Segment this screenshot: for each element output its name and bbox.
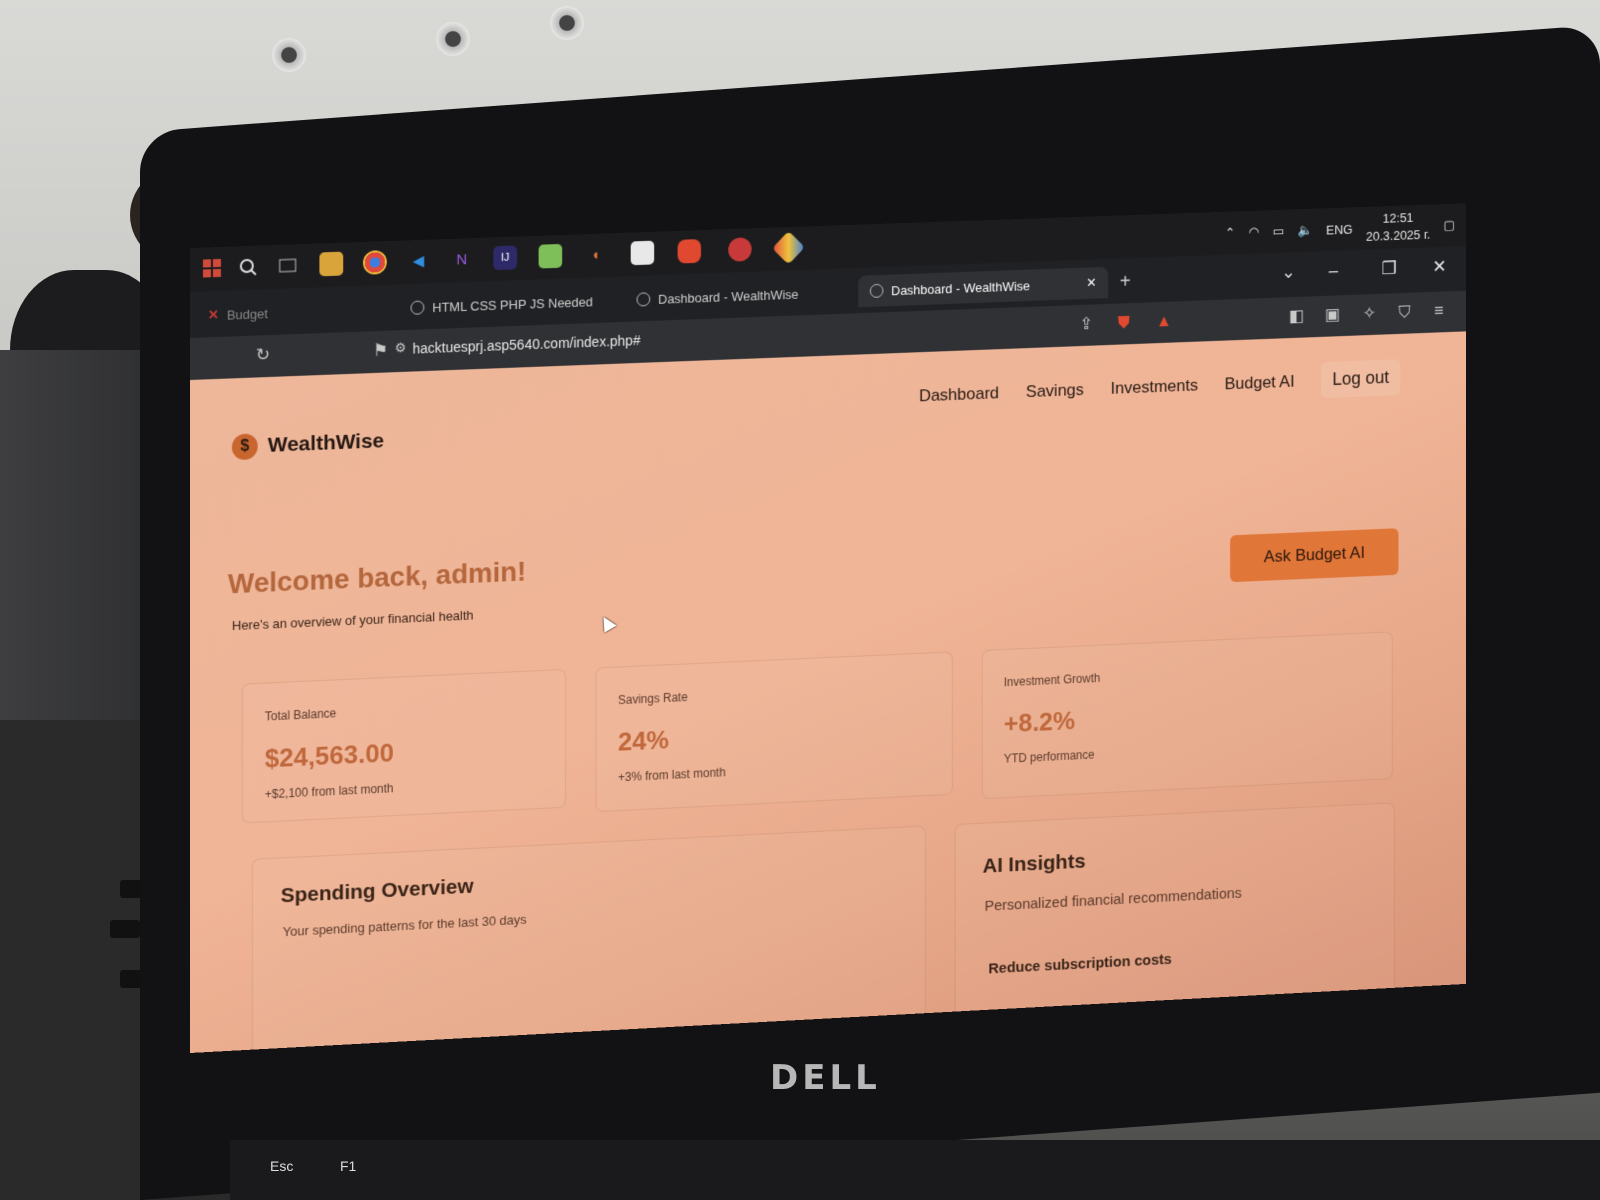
tab-list-chevron-icon[interactable]: ⌄ <box>1281 262 1295 283</box>
logout-button[interactable]: Log out <box>1321 359 1401 399</box>
app-icon[interactable]: ◖ <box>584 242 608 267</box>
site-settings-icon[interactable]: ⚙ <box>395 340 407 356</box>
system-tray: ⌃ ◠ ▭ 🔈 ENG 12:51 20.3.2025 г. ▢ <box>1225 208 1455 251</box>
chevron-up-icon[interactable]: ⌃ <box>1225 225 1235 241</box>
panel-subtitle: Your spending patterns for the last 30 d… <box>282 911 527 940</box>
menu-icon[interactable]: ≡ <box>1434 301 1443 321</box>
card-value: +8.2% <box>1003 705 1076 739</box>
laptop-keyboard-edge: Esc F1 <box>230 1140 1600 1200</box>
minimize-icon[interactable]: – <box>1329 260 1338 281</box>
ceiling-light <box>436 22 470 56</box>
vpn-icon[interactable]: ⛉ <box>1398 302 1410 322</box>
restore-icon[interactable]: ❐ <box>1382 258 1397 279</box>
card-investment-growth: Investment Growth +8.2% YTD performance <box>981 631 1393 800</box>
tab-html-css[interactable]: HTML CSS PHP JS Needed <box>399 285 605 324</box>
panel-title: Spending Overview <box>280 874 474 908</box>
card-value: 24% <box>617 724 669 757</box>
notification-app-icon[interactable] <box>728 237 752 262</box>
tab-dashboard-active[interactable]: Dashboard - WealthWise ✕ <box>858 266 1109 308</box>
nav-dashboard[interactable]: Dashboard <box>919 383 999 406</box>
globe-icon <box>636 292 651 307</box>
brand-logo[interactable]: $ WealthWise <box>231 428 385 461</box>
wifi-icon[interactable]: ◠ <box>1249 224 1260 240</box>
budget-favicon-icon: ✕ <box>207 306 219 323</box>
card-note: +3% from last month <box>617 765 726 785</box>
windows-start-icon[interactable] <box>200 256 224 281</box>
url-field[interactable]: hacktuesprj.asp5640.com/index.php# <box>413 332 641 356</box>
reload-icon[interactable]: ↻ <box>256 345 270 365</box>
laptop-screen: ◀ N IJ ◖ ⌃ ◠ ▭ 🔈 ENG 12:51 20.3.2025 г. … <box>190 203 1467 1053</box>
ceiling-light <box>550 6 584 40</box>
tab-label: Budget <box>226 305 268 323</box>
brand-name: WealthWise <box>267 429 385 457</box>
language-indicator[interactable]: ENG <box>1326 221 1353 237</box>
close-window-icon[interactable]: ✕ <box>1432 256 1446 277</box>
visual-studio-icon[interactable]: N <box>450 247 474 272</box>
dollar-icon: $ <box>231 433 258 461</box>
card-label: Investment Growth <box>1003 671 1101 690</box>
brave-shields-icon[interactable]: ⛊ <box>1118 313 1130 333</box>
new-tab-button[interactable]: + <box>1108 266 1142 299</box>
card-note: +$2,100 from last month <box>264 781 394 802</box>
tab-dashboard[interactable]: Dashboard - WealthWise <box>625 278 810 316</box>
tab-label: Dashboard - WealthWise <box>658 286 799 307</box>
panel-title: AI Insights <box>982 849 1086 878</box>
insight-item[interactable]: Reduce subscription costs <box>988 951 1171 977</box>
brave-rewards-icon[interactable]: ▲ <box>1156 311 1172 331</box>
battery-icon[interactable]: ▭ <box>1273 223 1285 239</box>
tab-label: Dashboard - WealthWise <box>891 277 1030 298</box>
panel-subtitle: Personalized financial recommendations <box>984 884 1242 915</box>
paint-icon[interactable] <box>630 240 655 266</box>
card-label: Savings Rate <box>617 690 688 708</box>
nav-savings[interactable]: Savings <box>1026 380 1084 402</box>
card-savings-rate: Savings Rate 24% +3% from last month <box>595 651 953 813</box>
tab-budget[interactable]: ✕ Budget <box>196 297 280 332</box>
search-icon[interactable] <box>236 255 260 280</box>
tab-label: HTML CSS PHP JS Needed <box>432 293 593 315</box>
ask-budget-ai-button[interactable]: Ask Budget AI <box>1230 528 1399 583</box>
page-title: Welcome back, admin! <box>227 555 527 600</box>
globe-icon <box>410 300 425 315</box>
close-tab-icon[interactable]: ✕ <box>1086 275 1096 291</box>
clock[interactable]: 12:51 20.3.2025 г. <box>1366 209 1430 246</box>
card-label: Total Balance <box>264 706 337 724</box>
f1-key[interactable]: F1 <box>340 1158 356 1174</box>
jetbrains-icon[interactable]: IJ <box>493 245 517 271</box>
vscode-icon[interactable]: ◀ <box>407 249 431 274</box>
leo-ai-icon[interactable]: ✧ <box>1363 304 1376 324</box>
card-total-balance: Total Balance $24,563.00 +$2,100 from la… <box>241 668 567 824</box>
brave-icon[interactable] <box>677 239 701 264</box>
sidebar-toggle-icon[interactable]: ◧ <box>1289 306 1304 326</box>
card-note: YTD performance <box>1003 747 1095 766</box>
globe-icon <box>869 283 884 299</box>
esc-key[interactable]: Esc <box>270 1158 293 1174</box>
bookmark-icon[interactable]: ⚑ <box>373 341 388 361</box>
notification-center-icon[interactable]: ▢ <box>1443 217 1455 233</box>
page-subtitle: Here's an overview of your financial hea… <box>231 607 474 634</box>
web-page: $ WealthWise Dashboard Savings Investmen… <box>190 331 1467 1053</box>
task-view-icon[interactable] <box>276 253 300 278</box>
file-explorer-icon[interactable] <box>319 251 344 277</box>
share-icon[interactable]: ⇪ <box>1079 314 1093 334</box>
ceiling-light <box>272 38 306 72</box>
main-nav: Dashboard Savings Investments Budget AI … <box>919 359 1401 414</box>
dell-logo: DELL <box>770 1058 881 1098</box>
volume-icon[interactable]: 🔈 <box>1298 222 1313 238</box>
chrome-icon[interactable] <box>363 250 387 275</box>
git-icon[interactable] <box>772 231 805 265</box>
clock-date: 20.3.2025 г. <box>1365 226 1431 244</box>
nav-budget-ai[interactable]: Budget AI <box>1225 371 1295 393</box>
notepad-icon[interactable] <box>538 243 563 269</box>
card-value: $24,563.00 <box>264 737 394 774</box>
wallet-icon[interactable]: ▣ <box>1325 305 1340 325</box>
nav-investments[interactable]: Investments <box>1111 375 1198 398</box>
